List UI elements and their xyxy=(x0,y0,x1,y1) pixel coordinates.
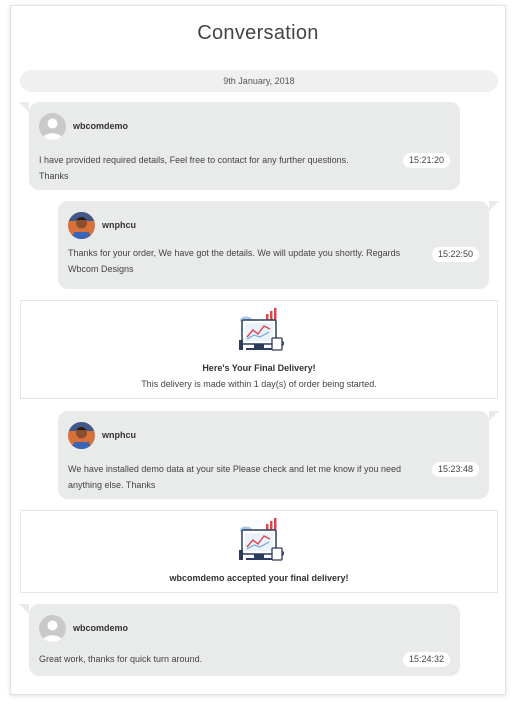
message-bubble: wbcomdemo I have provided required detai… xyxy=(19,102,460,190)
message-text-line: anything else. Thanks xyxy=(68,480,156,490)
delivery-notice: wbcomdemo accepted your final delivery! xyxy=(20,510,498,593)
delivery-notice: Here's Your Final Delivery! This deliver… xyxy=(20,300,498,399)
user-photo-avatar xyxy=(68,212,95,239)
date-divider: 9th January, 2018 xyxy=(20,70,498,92)
delivery-title: wbcomdemo accepted your final delivery! xyxy=(169,573,349,583)
message-username: wbcomdemo xyxy=(73,623,129,633)
delivery-computer-icon xyxy=(239,518,284,561)
message-timestamp: 15:23:48 xyxy=(431,462,479,477)
message-username: wnphcu xyxy=(102,220,136,230)
message-text: Thanks for your order, We have got the d… xyxy=(68,245,428,277)
default-avatar-icon xyxy=(39,113,66,140)
user-photo-avatar xyxy=(68,422,95,449)
message-bubble: wnphcu We have installed demo data at yo… xyxy=(58,411,499,499)
message-text: We have installed demo data at your site… xyxy=(68,461,428,493)
message-username: wnphcu xyxy=(102,430,136,440)
page-title: Conversation xyxy=(197,22,319,44)
message-bubble: wbcomdemo Great work, thanks for quick t… xyxy=(19,604,460,676)
conversation-panel: Conversation 9th January, 2018 wbcomdemo… xyxy=(10,5,506,695)
delivery-title: Here's Your Final Delivery! xyxy=(202,363,316,373)
default-avatar-icon xyxy=(39,615,66,642)
message-timestamp: 15:24:32 xyxy=(402,652,450,667)
message-text-line: I have provided required details, Feel f… xyxy=(39,155,349,165)
message-text-line: We have installed demo data at your site… xyxy=(68,464,402,474)
message-timestamp: 15:22:50 xyxy=(431,247,479,262)
message-text-line: Thanks for your order, We have got the d… xyxy=(68,248,401,258)
message-text: Great work, thanks for quick turn around… xyxy=(39,651,399,667)
message-text-line: Wbcom Designs xyxy=(68,264,134,274)
delivery-subtitle: This delivery is made within 1 day(s) of… xyxy=(141,379,377,389)
message-bubble: wnphcu Thanks for your order, We have go… xyxy=(58,201,499,289)
message-text-line: Thanks xyxy=(39,171,69,181)
message-timestamp: 15:21:20 xyxy=(402,153,450,168)
delivery-computer-icon xyxy=(239,308,284,351)
message-username: wbcomdemo xyxy=(73,121,129,131)
message-text: I have provided required details, Feel f… xyxy=(39,152,399,184)
message-text-line: Great work, thanks for quick turn around… xyxy=(39,654,203,664)
